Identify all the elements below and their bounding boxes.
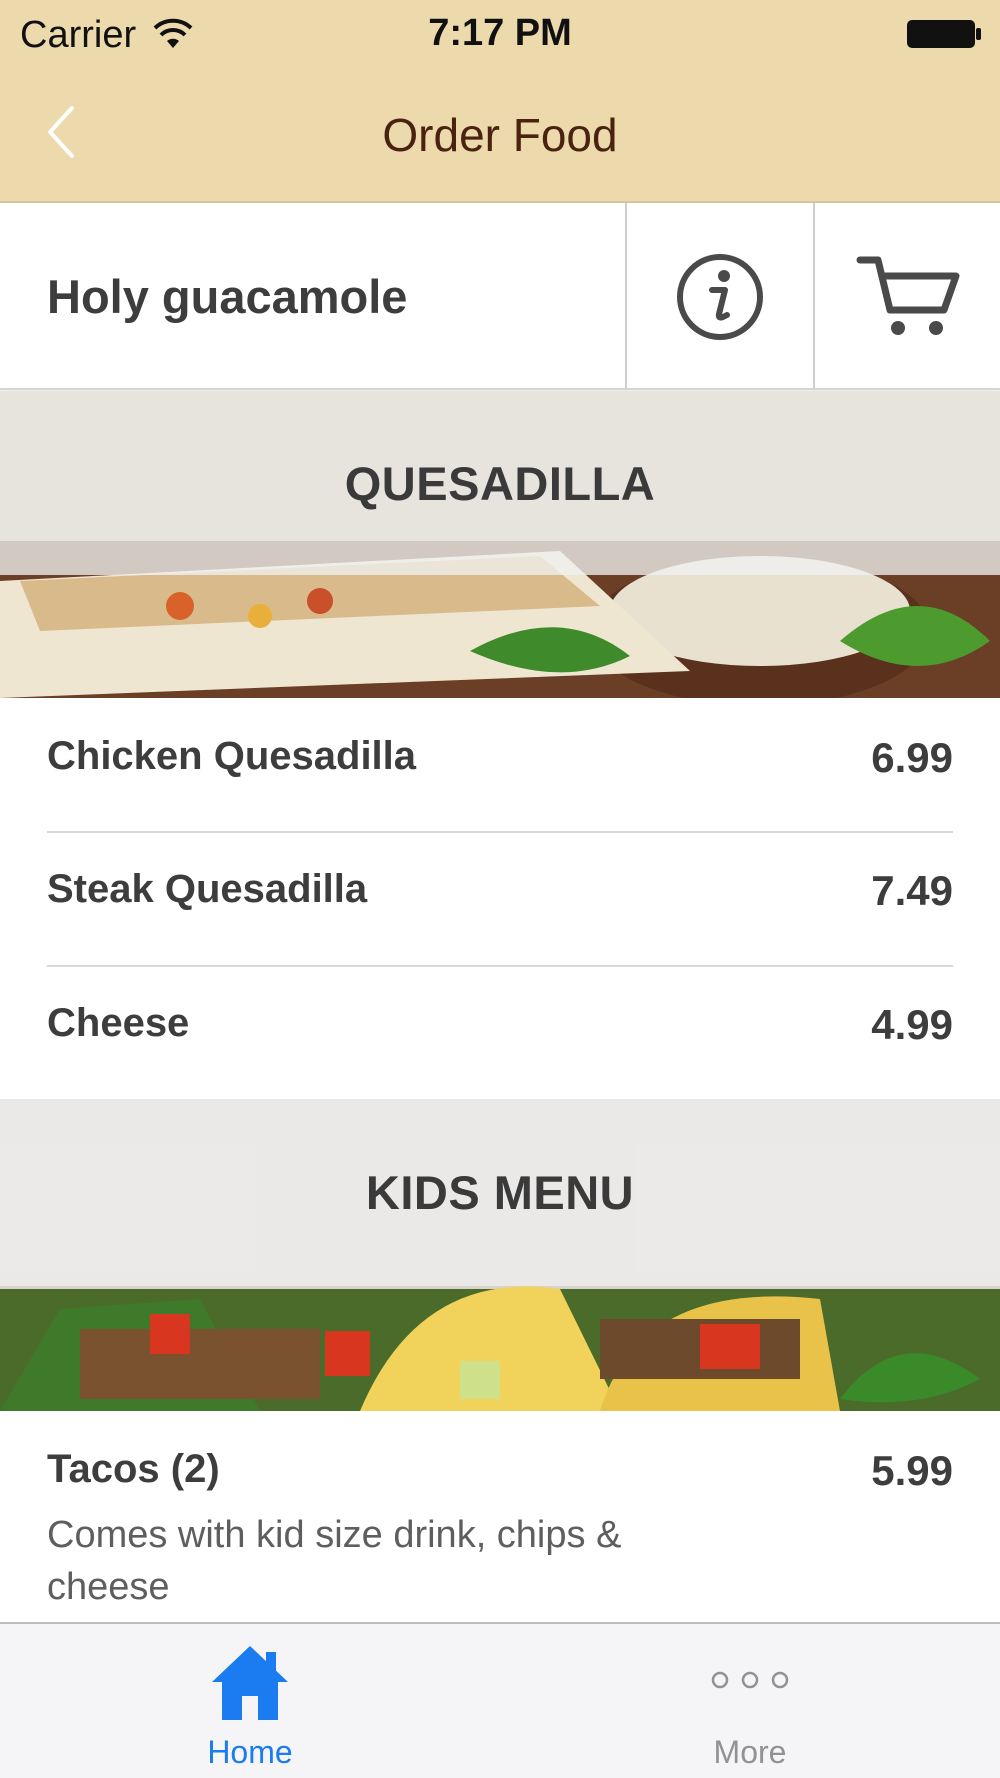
menu-item-name: Tacos (2) xyxy=(47,1447,220,1491)
menu-item-description: Comes with kid size drink, chips & chees… xyxy=(47,1514,622,1608)
tab-more[interactable]: More xyxy=(500,1624,1000,1778)
menu-item-row[interactable]: Chicken Quesadilla 6.99 xyxy=(47,698,953,831)
tab-label: More xyxy=(713,1734,787,1770)
restaurant-name: Holy guacamole xyxy=(47,270,408,323)
cart-button[interactable] xyxy=(815,203,1000,390)
menu-item-row[interactable]: Tacos (2) 5.99 Comes with kid size drink… xyxy=(47,1411,953,1622)
status-time: 7:17 PM xyxy=(428,12,572,54)
menu-item-price: 7.49 xyxy=(871,867,953,914)
restaurant-header: Holy guacamole xyxy=(0,203,1000,390)
menu-item-price: 4.99 xyxy=(871,1001,953,1048)
cart-icon xyxy=(856,256,959,335)
section-title: QUESADILLA xyxy=(344,456,656,510)
tab-label: Home xyxy=(207,1734,293,1770)
section-banner-kids-menu: KIDS MENU xyxy=(0,1099,1000,1411)
menu-item-price: 5.99 xyxy=(871,1447,953,1494)
status-bar: Carrier 7:17 PM xyxy=(0,0,1000,68)
section-title: KIDS MENU xyxy=(365,1166,635,1219)
section-banner-quesadilla: QUESADILLA xyxy=(0,391,1000,698)
section-title-overlay: KIDS MENU xyxy=(0,1099,1000,1286)
section-title-overlay: QUESADILLA xyxy=(0,391,1000,575)
menu-item-row[interactable]: Cheese 4.99 xyxy=(47,967,953,1099)
battery-icon xyxy=(907,20,981,48)
menu-item-name: Chicken Quesadilla xyxy=(47,734,417,778)
menu-item-price: 6.99 xyxy=(871,734,953,781)
home-icon xyxy=(212,1646,288,1720)
tab-bar: Home More xyxy=(0,1622,1000,1778)
navigation-bar: Carrier 7:17 PM Order Food xyxy=(0,0,1000,203)
menu-item-row[interactable]: Steak Quesadilla 7.49 xyxy=(47,833,953,966)
info-icon xyxy=(677,253,763,340)
tab-home[interactable]: Home xyxy=(0,1624,500,1778)
info-button[interactable] xyxy=(627,203,813,390)
menu-item-name: Steak Quesadilla xyxy=(47,867,368,911)
page-title: Order Food xyxy=(382,109,618,161)
more-icon xyxy=(711,1671,789,1689)
menu-item-name: Cheese xyxy=(47,1001,190,1045)
